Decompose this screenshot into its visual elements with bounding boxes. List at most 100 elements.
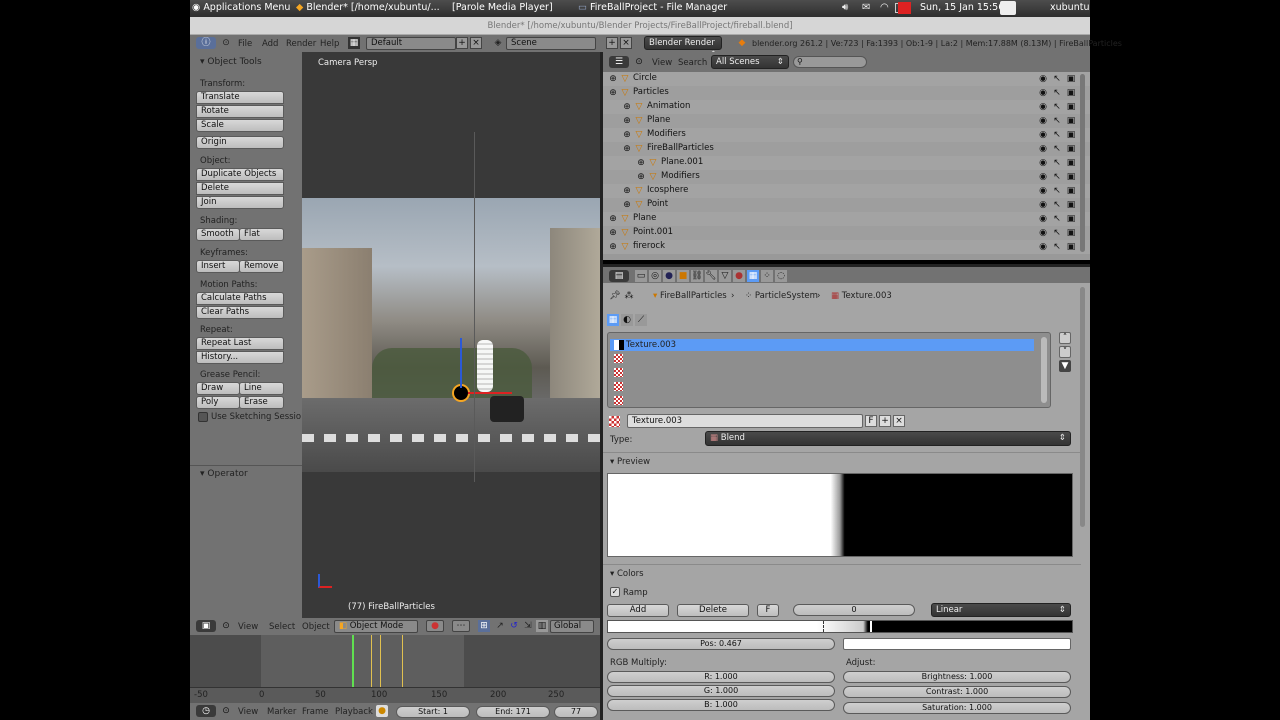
line-button[interactable]: Line <box>239 382 284 395</box>
task-file-manager[interactable]: ▭ FireBallProject - File Manager <box>578 2 727 13</box>
ramp-index-field[interactable]: 0 <box>793 604 915 616</box>
render-icon[interactable]: ▣ <box>1065 199 1077 211</box>
slot-scrollbar[interactable] <box>1041 337 1047 403</box>
erase-button[interactable]: Erase <box>239 396 284 409</box>
colors-panel-header[interactable]: ▾ Colors <box>603 564 1081 581</box>
rotate-manip-icon[interactable]: ↺ <box>508 620 520 632</box>
outliner-row[interactable]: ⊕ ▽ Point ◉ ↖ ▣ <box>603 198 1090 212</box>
tray-icon[interactable] <box>1000 1 1016 15</box>
slot-up-icon[interactable]: ˄ <box>1059 332 1071 344</box>
ramp-stop-dashed[interactable] <box>823 621 824 632</box>
render-icon[interactable]: ▣ <box>1065 129 1077 141</box>
scale-button[interactable]: Scale <box>196 119 284 132</box>
record-icon[interactable]: ● <box>376 705 388 717</box>
texture-datablock-icon[interactable] <box>609 416 620 427</box>
history-button[interactable]: History... <box>196 351 284 364</box>
expand-icon[interactable]: ⊕ <box>621 143 633 155</box>
rgb-r-field[interactable]: R: 1.000 <box>607 671 835 683</box>
material-tab-icon[interactable]: ● <box>733 270 745 282</box>
texture-name-field[interactable]: Texture.003 <box>627 414 863 428</box>
eye-icon[interactable]: ◉ <box>1037 185 1049 197</box>
render-icon[interactable]: ▣ <box>1065 213 1077 225</box>
scene-select[interactable]: Scene <box>506 37 596 50</box>
texture-context-icon[interactable]: ▦ <box>607 314 619 326</box>
physics-tab-icon[interactable]: ◌ <box>775 270 787 282</box>
menu-view[interactable]: View <box>652 58 672 68</box>
menu-view[interactable]: View <box>238 707 258 717</box>
rotate-button[interactable]: Rotate <box>196 105 284 118</box>
eye-icon[interactable]: ◉ <box>1037 73 1049 85</box>
expand-icon[interactable]: ⊕ <box>607 241 619 253</box>
orientation-select[interactable]: Global <box>550 620 594 633</box>
outliner-search-input[interactable]: ⚲ <box>793 56 867 68</box>
scale-manip-icon[interactable]: ⇲ <box>522 620 534 632</box>
rgb-g-field[interactable]: G: 1.000 <box>607 685 835 697</box>
texture-slot-selected[interactable]: Texture.003 <box>610 339 1034 351</box>
current-frame-field[interactable]: 77 <box>554 706 598 718</box>
empty-slot-icon[interactable] <box>614 368 623 377</box>
expand-icon[interactable]: ⊕ <box>607 227 619 239</box>
outliner-row[interactable]: ⊕ ▽ Modifiers ◉ ↖ ▣ <box>603 128 1090 142</box>
collapse-icon[interactable]: ⊙ <box>220 705 232 717</box>
translate-manip-icon[interactable]: ↗ <box>494 620 506 632</box>
smooth-button[interactable]: Smooth <box>196 228 240 241</box>
cursor-icon[interactable]: ↖ <box>1051 213 1063 225</box>
poly-button[interactable]: Poly <box>196 396 240 409</box>
particles-tab-icon[interactable]: ⁘ <box>761 270 773 282</box>
menu-file[interactable]: File <box>238 39 252 49</box>
collapse-icon[interactable]: ⊙ <box>220 37 232 49</box>
mode-select[interactable]: ◧ Object Mode <box>334 620 418 633</box>
ramp-pos-field[interactable]: Pos: 0.467 <box>607 638 835 650</box>
unlink-texture-icon[interactable]: × <box>893 415 905 427</box>
eye-icon[interactable]: ◉ <box>1037 129 1049 141</box>
timeline[interactable]: -50 0 50 100 150 200 250 <box>190 635 600 703</box>
task-parole[interactable]: [Parole Media Player] <box>452 2 553 13</box>
contrast-field[interactable]: Contrast: 1.000 <box>843 686 1071 698</box>
eye-icon[interactable]: ◉ <box>1037 115 1049 127</box>
empty-slot-icon[interactable] <box>614 396 623 405</box>
texture-type-select[interactable]: ▦ Blend ⇕ <box>705 431 1071 446</box>
apps-menu-button[interactable]: ◉ Applications Menu <box>192 2 290 13</box>
render-icon[interactable]: ▣ <box>1065 73 1077 85</box>
render-icon[interactable]: ▣ <box>1065 143 1077 155</box>
outliner-row[interactable]: ⊕ ▽ Plane.001 ◉ ↖ ▣ <box>603 156 1090 170</box>
sketching-checkbox[interactable] <box>198 412 208 422</box>
collapse-icon[interactable]: ⊙ <box>220 620 232 632</box>
calculate-paths-button[interactable]: Calculate Paths <box>196 292 284 305</box>
cursor-icon[interactable]: ↖ <box>1051 241 1063 253</box>
eye-icon[interactable]: ◉ <box>1037 199 1049 211</box>
slot-down-icon[interactable]: ˅ <box>1059 346 1071 358</box>
brush-context-icon[interactable]: ◐ <box>621 314 633 326</box>
cursor-icon[interactable]: ↖ <box>1051 143 1063 155</box>
start-frame-field[interactable]: Start: 1 <box>396 706 470 718</box>
editor-type-icon[interactable]: ⓘ <box>196 37 216 49</box>
join-button[interactable]: Join <box>196 196 284 209</box>
expand-icon[interactable]: ⊕ <box>621 101 633 113</box>
cursor-icon[interactable]: ↖ <box>1051 129 1063 141</box>
object-tools-title[interactable]: ▾ Object Tools <box>200 57 262 67</box>
eye-icon[interactable]: ◉ <box>1037 241 1049 253</box>
expand-icon[interactable]: ⊕ <box>635 171 647 183</box>
cursor-icon[interactable]: ↖ <box>1051 157 1063 169</box>
flat-button[interactable]: Flat <box>239 228 284 241</box>
eye-icon[interactable]: ◉ <box>1037 171 1049 183</box>
other-context-icon[interactable]: ⟋ <box>635 314 647 326</box>
scene-icon[interactable]: ◈ <box>492 37 504 49</box>
expand-icon[interactable]: ⊕ <box>621 185 633 197</box>
pivot-icon[interactable]: ⋯ <box>452 620 470 632</box>
slot-specials-icon[interactable]: ▼ <box>1059 360 1071 372</box>
expand-icon[interactable]: ⊕ <box>621 129 633 141</box>
render-icon[interactable]: ▣ <box>1065 227 1077 239</box>
outliner-row[interactable]: ⊕ ▽ Point.001 ◉ ↖ ▣ <box>603 226 1090 240</box>
origin-button[interactable]: Origin <box>196 136 284 149</box>
ramp-add-button[interactable]: Add <box>607 604 669 617</box>
outliner-row[interactable]: ⊕ ▽ Plane ◉ ↖ ▣ <box>603 212 1090 226</box>
clear-paths-button[interactable]: Clear Paths <box>196 306 284 319</box>
task-blender[interactable]: ◆ Blender* [/home/xubuntu/... <box>296 2 440 13</box>
expand-icon[interactable]: ⊕ <box>621 199 633 211</box>
outliner-row[interactable]: ⊕ ▽ Plane ◉ ↖ ▣ <box>603 114 1090 128</box>
menu-playback[interactable]: Playback <box>335 707 373 717</box>
editor-type-icon[interactable]: ▤ <box>609 270 629 282</box>
editor-type-icon[interactable]: ▣ <box>196 620 216 632</box>
empty-slot-icon[interactable] <box>614 382 623 391</box>
